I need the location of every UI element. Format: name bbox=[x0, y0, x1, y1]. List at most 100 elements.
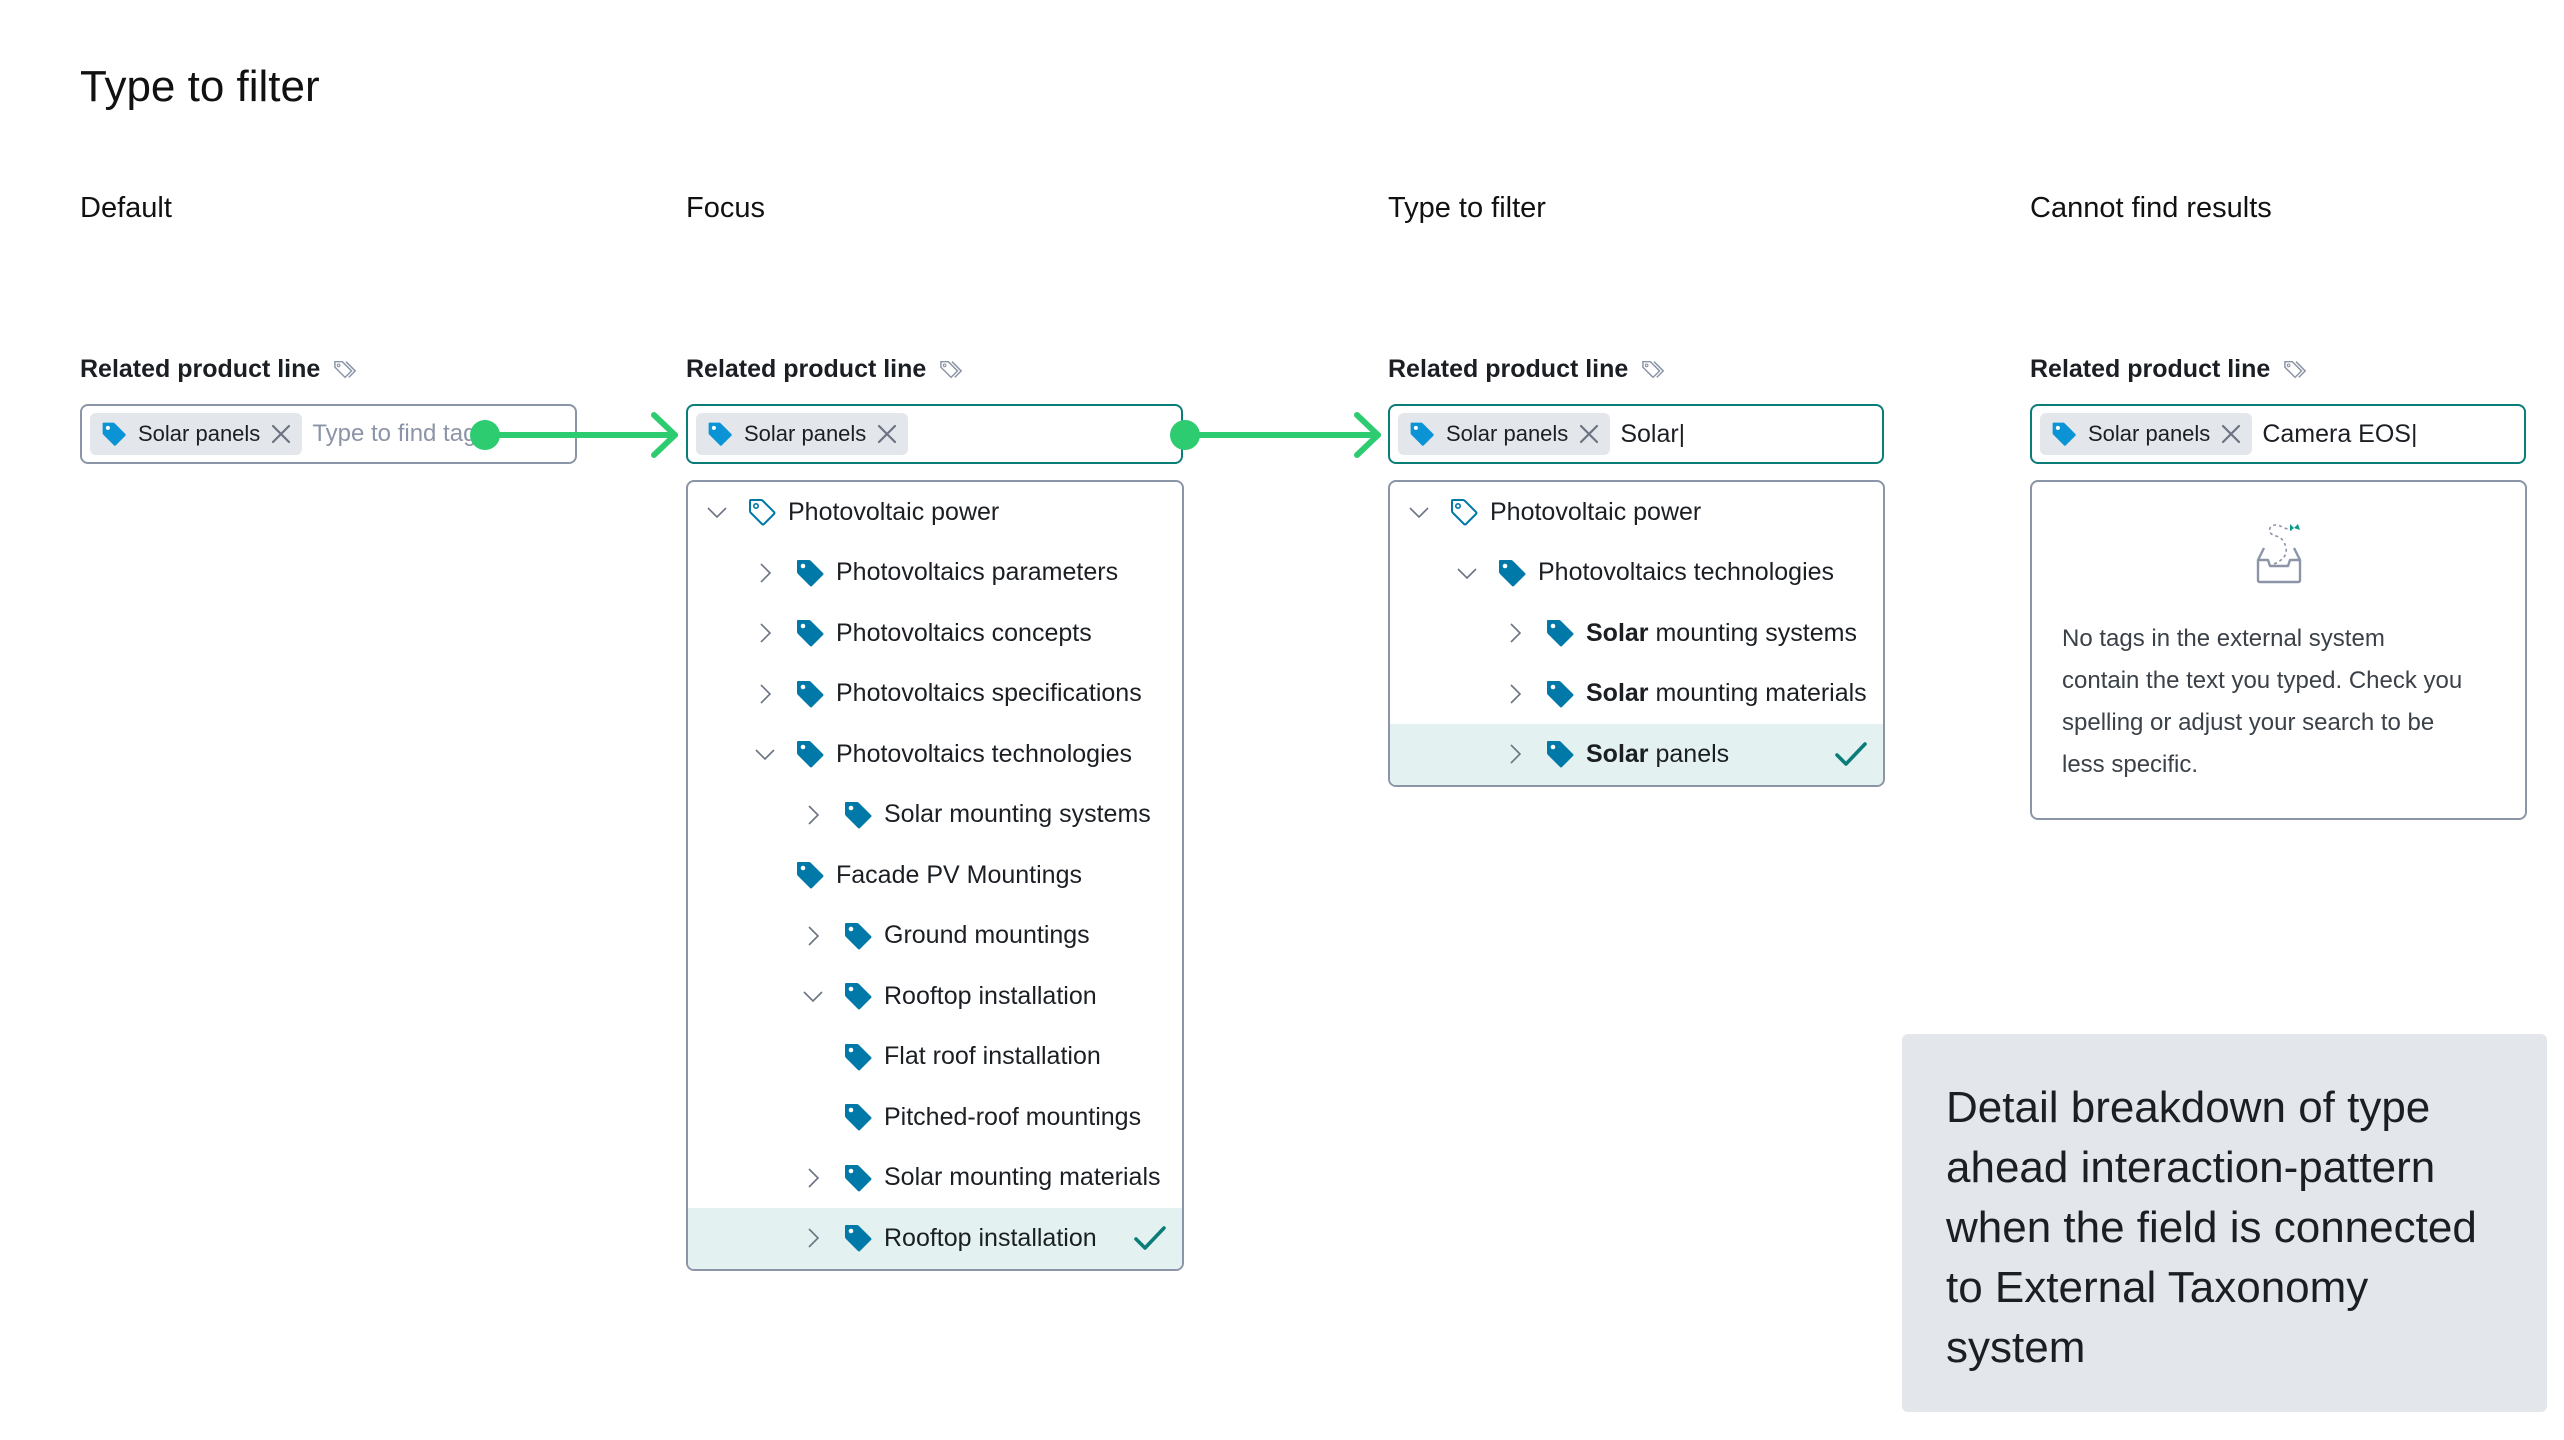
tag-input-type-to-filter[interactable]: Solar panels Solar| bbox=[1388, 404, 1884, 464]
tree-item[interactable]: Photovoltaics technologies bbox=[688, 724, 1182, 785]
field-label-text: Related product line bbox=[2030, 355, 2271, 383]
tag-tree-dropdown-filter: Photovoltaic power Photovoltaics technolo… bbox=[1388, 480, 1885, 787]
input-placeholder: Type to find tags bbox=[312, 420, 489, 447]
tag-filled-icon bbox=[842, 1162, 874, 1194]
tree-item[interactable]: Photovoltaic power bbox=[688, 482, 1182, 543]
chevron-right-icon[interactable] bbox=[798, 1223, 828, 1253]
chip-label: Solar panels bbox=[138, 421, 261, 446]
match-highlight: Solar bbox=[1586, 739, 1649, 768]
tree-item[interactable]: Photovoltaics specifications bbox=[688, 664, 1182, 725]
tree-item[interactable]: Solar mounting materials bbox=[688, 1148, 1182, 1209]
chevron-right-icon[interactable] bbox=[798, 1163, 828, 1193]
state-label-focus: Focus bbox=[686, 192, 765, 224]
field-label: Related product line bbox=[1388, 355, 1668, 384]
chevron-right-icon[interactable] bbox=[750, 558, 780, 588]
tree-item-label: Solar mounting materials bbox=[1586, 679, 1867, 708]
tag-filled-icon bbox=[1544, 678, 1576, 710]
selected-tag-chip[interactable]: Solar panels bbox=[90, 413, 303, 455]
tree-item-label: Flat roof installation bbox=[884, 1042, 1101, 1071]
chevron-right-icon[interactable] bbox=[798, 800, 828, 830]
tree-item[interactable]: Facade PV Mountings bbox=[688, 845, 1182, 906]
tree-item[interactable]: Photovoltaics technologies bbox=[1390, 543, 1883, 604]
tree-item-label: Rooftop installation bbox=[884, 1223, 1097, 1252]
field-label: Related product line bbox=[686, 355, 966, 384]
tree-item[interactable]: Solar mounting systems bbox=[1390, 603, 1883, 664]
tag-tree-dropdown-focus: Photovoltaic power Photovoltaics paramete… bbox=[686, 480, 1184, 1271]
close-icon[interactable] bbox=[2220, 423, 2242, 445]
match-highlight: Solar bbox=[1586, 618, 1649, 647]
check-icon bbox=[1132, 1220, 1168, 1256]
tree-item[interactable]: Photovoltaics parameters bbox=[688, 543, 1182, 604]
chevron-down-icon[interactable] bbox=[1452, 558, 1482, 588]
tags-outline-icon bbox=[938, 358, 966, 382]
tree-item-label: Solar mounting systems bbox=[1586, 619, 1857, 648]
close-icon[interactable] bbox=[876, 423, 898, 445]
chevron-down-icon[interactable] bbox=[1404, 497, 1434, 527]
tag-filled-icon bbox=[794, 859, 826, 891]
check-icon bbox=[1833, 736, 1869, 772]
field-label-text: Related product line bbox=[80, 355, 321, 383]
tag-filled-icon bbox=[794, 617, 826, 649]
close-icon[interactable] bbox=[1578, 423, 1600, 445]
tree-item[interactable]: Ground mountings bbox=[688, 906, 1182, 967]
tag-filled-icon bbox=[2050, 420, 2078, 448]
input-value: Solar| bbox=[1620, 419, 1686, 448]
chevron-right-icon[interactable] bbox=[1500, 739, 1530, 769]
chip-label: Solar panels bbox=[1446, 421, 1569, 446]
tree-item[interactable]: Solar mounting systems bbox=[688, 785, 1182, 846]
chevron-right-icon[interactable] bbox=[750, 618, 780, 648]
flow-arrow-default-to-focus bbox=[470, 412, 678, 458]
tags-outline-icon bbox=[1640, 358, 1668, 382]
tree-item-label: Solar panels bbox=[1586, 740, 1729, 769]
page-title: Type to filter bbox=[80, 62, 320, 111]
tag-filled-icon bbox=[1544, 617, 1576, 649]
selected-tag-chip[interactable]: Solar panels bbox=[696, 413, 909, 455]
tag-outline-icon bbox=[1448, 496, 1480, 528]
field-label: Related product line bbox=[2030, 355, 2310, 384]
tag-filled-icon bbox=[842, 799, 874, 831]
chevron-right-icon[interactable] bbox=[750, 679, 780, 709]
tree-item-label: Photovoltaics parameters bbox=[836, 558, 1119, 587]
state-label-cannot-find: Cannot find results bbox=[2030, 192, 2272, 224]
tree-item-label: Solar mounting systems bbox=[884, 800, 1151, 829]
tree-item-label: Ground mountings bbox=[884, 921, 1090, 950]
tree-item[interactable]: Solar mounting materials bbox=[1390, 664, 1883, 725]
tag-filled-icon bbox=[842, 920, 874, 952]
tree-item[interactable]: Solar panels bbox=[1390, 724, 1883, 785]
selected-tag-chip[interactable]: Solar panels bbox=[2040, 413, 2253, 455]
tags-outline-icon bbox=[2282, 358, 2310, 382]
chevron-down-icon[interactable] bbox=[702, 497, 732, 527]
chevron-right-icon[interactable] bbox=[1500, 618, 1530, 648]
tree-item-label: Photovoltaics technologies bbox=[836, 739, 1133, 768]
tree-item[interactable]: Pitched-roof mountings bbox=[688, 1087, 1182, 1148]
tree-item[interactable]: Flat roof installation bbox=[688, 1027, 1182, 1088]
tree-item-label: Pitched-roof mountings bbox=[884, 1102, 1142, 1131]
chevron-right-icon[interactable] bbox=[798, 921, 828, 951]
tree-item[interactable]: Rooftop installation bbox=[688, 1208, 1182, 1269]
chevron-right-icon[interactable] bbox=[1500, 679, 1530, 709]
tree-item[interactable]: Photovoltaics concepts bbox=[688, 603, 1182, 664]
input-value: Camera EOS| bbox=[2262, 419, 2418, 448]
selected-tag-chip[interactable]: Solar panels bbox=[1398, 413, 1611, 455]
flow-arrow-focus-to-filter bbox=[1170, 412, 1381, 458]
chevron-down-icon[interactable] bbox=[798, 981, 828, 1011]
tag-filled-icon bbox=[794, 557, 826, 589]
label-rest: mounting materials bbox=[1648, 679, 1867, 708]
chevron-down-icon[interactable] bbox=[750, 739, 780, 769]
tree-item-label: Solar mounting materials bbox=[884, 1163, 1161, 1192]
field-label-text: Related product line bbox=[1388, 355, 1629, 383]
empty-inbox-icon bbox=[2256, 524, 2301, 584]
field-label-text: Related product line bbox=[686, 355, 927, 383]
tree-item[interactable]: Rooftop installation bbox=[688, 966, 1182, 1027]
tag-filled-icon bbox=[1496, 557, 1528, 589]
close-icon[interactable] bbox=[270, 423, 292, 445]
tag-filled-icon bbox=[794, 738, 826, 770]
empty-state-line: No tags in the external system bbox=[2062, 625, 2385, 652]
tag-input-focus[interactable]: Solar panels bbox=[686, 404, 1183, 464]
tree-item[interactable]: Photovoltaic power bbox=[1390, 482, 1883, 543]
label-rest: panels bbox=[1648, 739, 1730, 768]
tag-input-cannot-find[interactable]: Solar panels Camera EOS| bbox=[2030, 404, 2526, 464]
